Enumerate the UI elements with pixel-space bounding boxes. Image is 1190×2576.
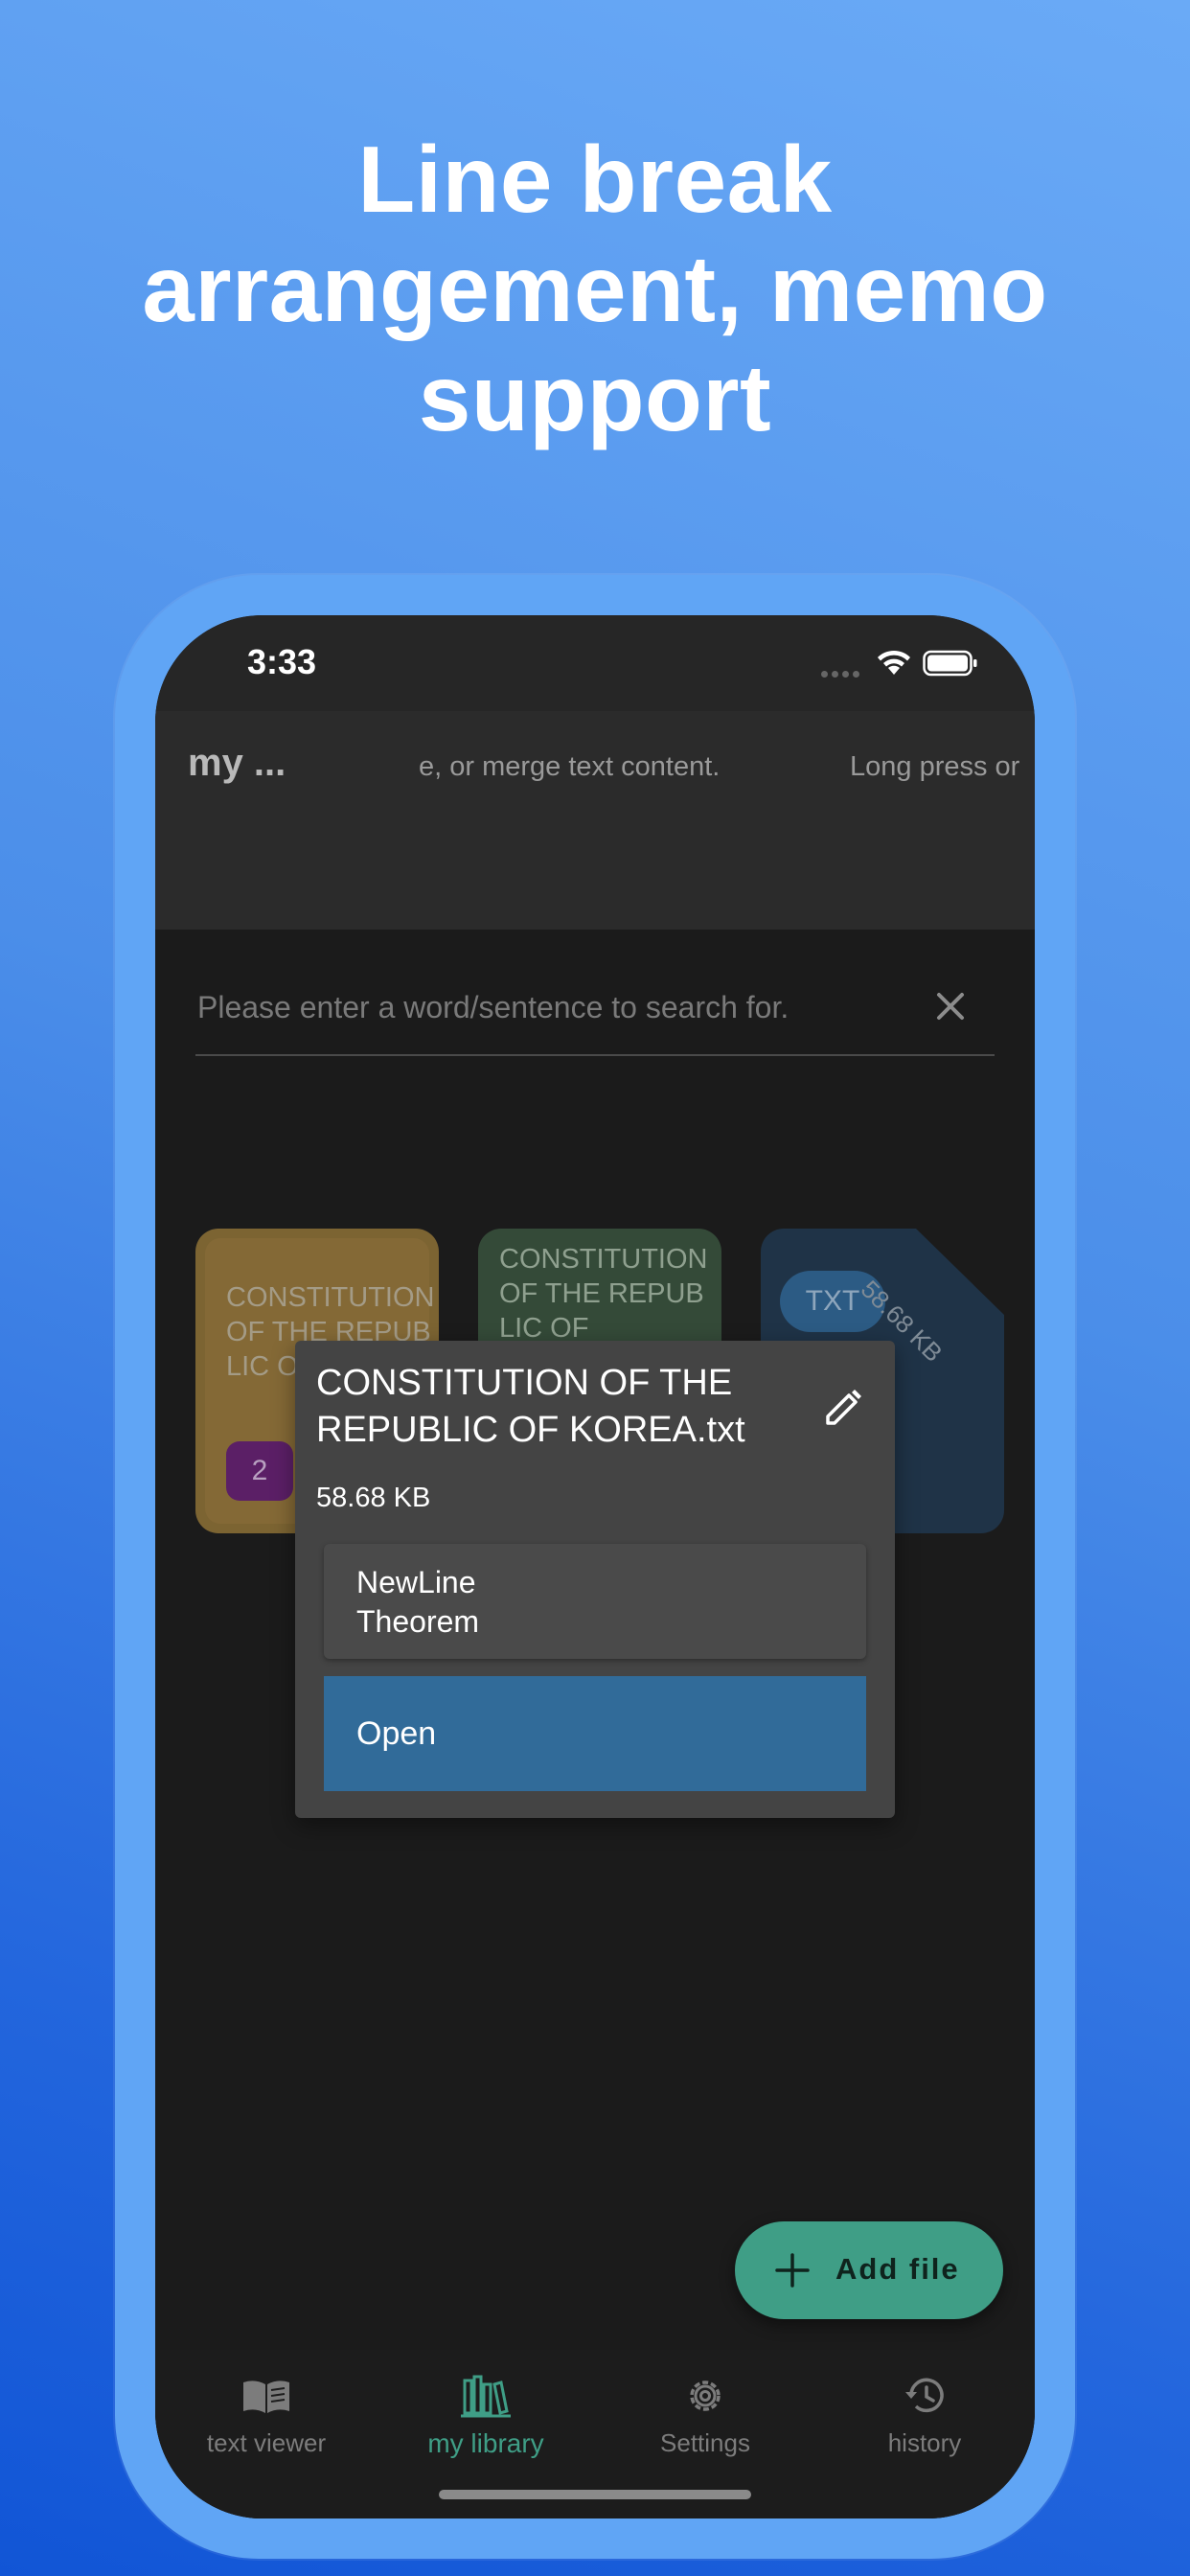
history-icon: [905, 2378, 944, 2413]
newline-label-2: Theorem: [356, 1604, 480, 1639]
gear-icon: [690, 2380, 721, 2411]
nav-settings[interactable]: Settings: [609, 2373, 801, 2469]
app-bar: my ... e, or merge text content. Long pr…: [155, 711, 1035, 930]
plus-icon: [775, 2253, 810, 2288]
search-input[interactable]: [195, 966, 927, 1048]
home-indicator[interactable]: [439, 2490, 751, 2499]
headline-line-3: support: [418, 345, 772, 450]
nav-text-viewer[interactable]: text viewer: [171, 2373, 362, 2469]
library-icon: [461, 2375, 511, 2418]
pencil-icon[interactable]: [820, 1385, 866, 1431]
hint-text-1: e, or merge text content.: [419, 751, 721, 782]
memo-count-badge: 2: [226, 1441, 293, 1501]
cellular-signal-icon: [821, 665, 865, 678]
headline: Line break arrangement, memo support: [0, 125, 1190, 452]
close-icon[interactable]: [924, 979, 977, 1033]
file-options-dialog: CONSTITUTION OF THE REPUBLIC OF KOREA.tx…: [295, 1341, 895, 1818]
nav-my-library-label: my library: [427, 2428, 544, 2458]
hint-text-2: Long press or: [850, 751, 1020, 782]
search-bar: [195, 966, 995, 1056]
newline-label-1: NewLine: [356, 1565, 476, 1599]
phone-screen: 3:33 my ... e, or merge text content. Lo…: [155, 615, 1035, 2518]
add-file-button[interactable]: Add file: [735, 2221, 1003, 2319]
dialog-file-title: CONSTITUTION OF THE REPUBLIC OF KOREA.tx…: [316, 1363, 745, 1450]
app-title: my ...: [188, 742, 286, 784]
nav-my-library[interactable]: my library: [390, 2373, 582, 2469]
hint-marquee: e, or merge text content. Long press or: [419, 751, 1035, 790]
nav-settings-label: Settings: [660, 2428, 750, 2457]
nav-history-label: history: [887, 2428, 962, 2457]
nav-text-viewer-label: text viewer: [206, 2428, 327, 2457]
battery-icon: [923, 650, 977, 677]
add-file-label: Add file: [835, 2252, 960, 2286]
book-icon: [243, 2380, 289, 2413]
headline-line-1: Line break: [357, 126, 833, 232]
newline-theorem-button[interactable]: NewLine Theorem: [324, 1544, 866, 1659]
nav-history[interactable]: history: [829, 2373, 1020, 2469]
status-time: 3:33: [247, 642, 317, 681]
status-bar: 3:33: [155, 615, 1035, 711]
headline-line-2: arrangement, memo: [142, 236, 1048, 341]
open-button[interactable]: Open: [324, 1676, 866, 1791]
wifi-icon: [878, 650, 910, 675]
file-card-2-title: CONSTITUTION OF THE REPUBLIC OF: [499, 1244, 708, 1344]
dialog-file-size: 58.68 KB: [316, 1483, 431, 1513]
